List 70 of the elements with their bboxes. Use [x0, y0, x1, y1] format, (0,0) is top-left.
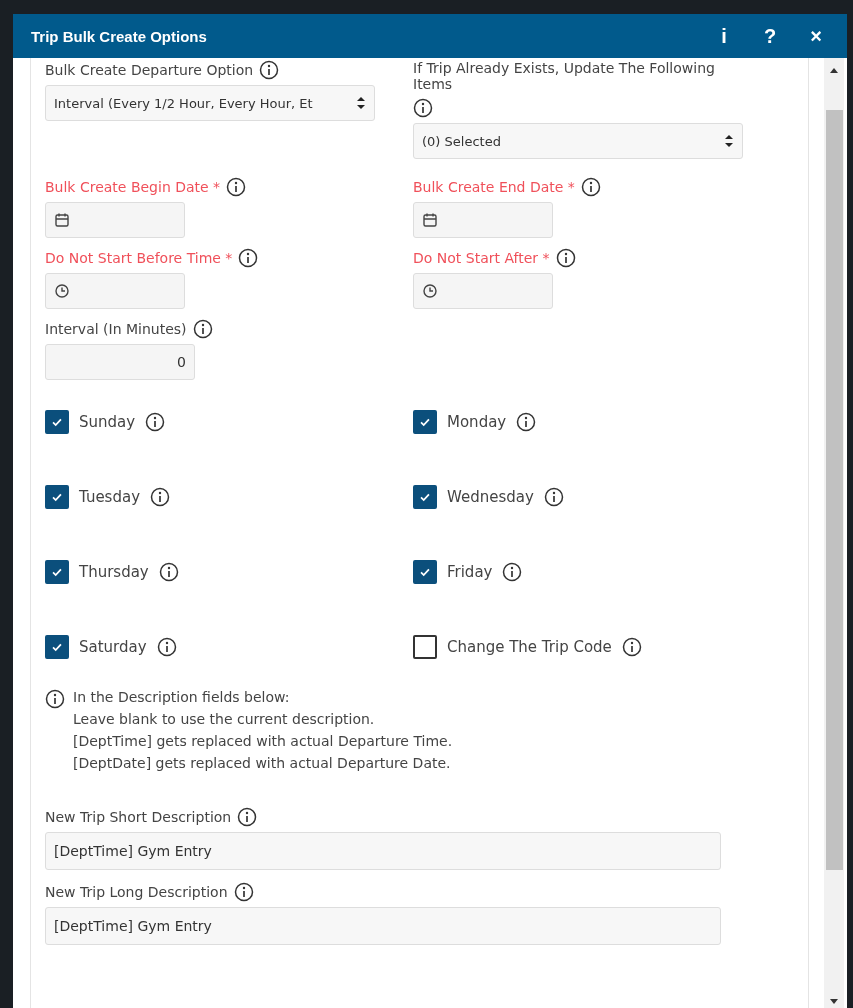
field-label: Bulk Create End Date * [413, 179, 575, 195]
time-field[interactable] [45, 273, 185, 309]
field-label: New Trip Long Description [45, 884, 228, 900]
info-icon[interactable] [238, 248, 259, 268]
checkbox[interactable] [413, 635, 437, 659]
info-icon[interactable] [259, 60, 280, 80]
field-label: Do Not Start Before Time * [45, 250, 233, 266]
info-icon[interactable] [226, 177, 247, 197]
info-icon[interactable] [237, 807, 258, 827]
checkbox[interactable] [413, 410, 437, 434]
window-title: Trip Bulk Create Options [31, 27, 207, 45]
checkbox-label: Thursday [79, 563, 149, 581]
select-field[interactable]: (0) Selected [413, 123, 743, 159]
info-icon[interactable] [621, 637, 642, 657]
scroll-up-icon[interactable] [829, 66, 839, 74]
sort-caret-icon [724, 133, 734, 149]
info-icon[interactable] [543, 487, 564, 507]
info-icon[interactable] [413, 98, 433, 118]
info-icon[interactable] [580, 177, 601, 197]
checkbox-label: Saturday [79, 638, 147, 656]
checkbox[interactable] [45, 485, 69, 509]
checkbox-label: Change The Trip Code [447, 638, 612, 656]
info-icon[interactable] [150, 487, 171, 507]
select-field[interactable]: Interval (Every 1/2 Hour, Every Hour, Et [45, 85, 375, 121]
checkbox-label: Wednesday [447, 488, 534, 506]
checkbox-label: Tuesday [79, 488, 141, 506]
scroll-down-icon[interactable] [829, 998, 839, 1006]
number-field[interactable]: 0 [45, 344, 195, 380]
field-label: Do Not Start After * [413, 250, 550, 266]
checkbox[interactable] [45, 560, 69, 584]
header-button[interactable]: i [703, 24, 745, 48]
clock-icon [54, 283, 70, 299]
calendar-icon [422, 212, 438, 228]
field-label: New Trip Short Description [45, 809, 232, 825]
field-label: Interval (In Minutes) [45, 321, 187, 337]
checkbox-label: Monday [447, 413, 507, 431]
info-icon[interactable] [192, 319, 213, 339]
scrollbar[interactable] [824, 58, 844, 1008]
note-text: Leave blank to use the current description. [73, 711, 376, 727]
info-icon[interactable] [555, 248, 576, 268]
sort-caret-icon [356, 95, 366, 111]
scroll-thumb[interactable] [825, 110, 843, 870]
field-label: If Trip Already Exists, Update The Following Items [413, 60, 716, 92]
info-icon[interactable] [516, 412, 537, 432]
info-icon[interactable] [145, 412, 166, 432]
text-field[interactable]: [DeptTime] Gym Entry [45, 907, 721, 945]
field-label: Bulk Create Begin Date * [45, 179, 221, 195]
checkbox[interactable] [45, 635, 69, 659]
date-field[interactable] [413, 202, 553, 238]
header-button[interactable]: ? [749, 24, 791, 48]
info-icon[interactable] [156, 637, 177, 657]
date-field[interactable] [45, 202, 185, 238]
note-text: [DeptDate] gets replaced with actual Departure Date. [73, 755, 452, 771]
time-field[interactable] [413, 273, 553, 309]
info-icon [45, 689, 65, 709]
calendar-icon [54, 212, 70, 228]
checkbox[interactable] [413, 560, 437, 584]
note-text: [DeptTime] gets replaced with actual Departure Time. [73, 733, 453, 749]
checkbox[interactable] [413, 485, 437, 509]
clock-icon [422, 283, 438, 299]
checkbox-label: Friday [447, 563, 493, 581]
checkbox[interactable] [45, 410, 69, 434]
note-text: In the Description fields below: [73, 689, 291, 705]
checkbox-label: Sunday [79, 413, 136, 431]
header-button[interactable]: × [795, 24, 837, 48]
info-icon[interactable] [502, 562, 523, 582]
text-field[interactable]: [DeptTime] Gym Entry [45, 832, 721, 870]
info-icon[interactable] [233, 882, 254, 902]
field-label: Bulk Create Departure Option [45, 62, 254, 78]
info-icon[interactable] [158, 562, 179, 582]
